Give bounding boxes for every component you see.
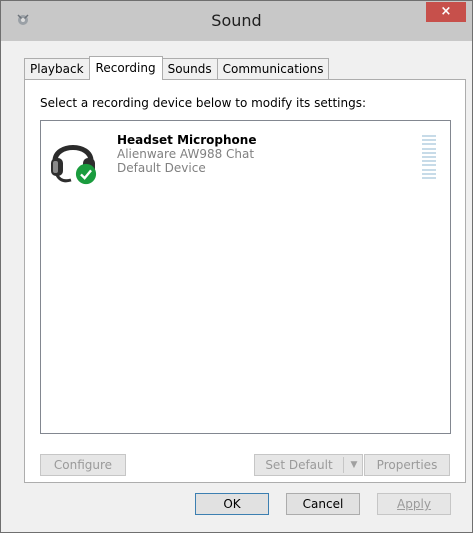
default-check-icon [75,163,97,185]
level-segment [422,168,436,171]
tab-playback[interactable]: Playback [24,58,90,79]
apply-button[interactable]: Apply [377,493,451,515]
window-title: Sound [211,11,262,30]
cancel-button[interactable]: Cancel [286,493,360,515]
device-description: Alienware AW988 Chat [117,147,255,161]
tab-recording[interactable]: Recording [88,56,163,80]
split-divider [343,457,344,473]
tab-sounds[interactable]: Sounds [161,58,218,79]
level-segment [422,160,436,163]
level-segment [422,172,436,175]
dialog-content: Playback Recording Sounds Communications… [9,41,466,483]
device-list[interactable]: Headset Microphone Alienware AW988 Chat … [40,120,451,434]
level-segment [422,139,436,142]
set-default-button[interactable]: Set Default ▼ [254,454,363,476]
title-bar[interactable]: Sound × [1,1,472,41]
close-button[interactable]: × [426,2,466,22]
sound-window: Sound × Playback Recording Sounds Commun… [0,0,473,533]
level-segment [422,155,436,158]
close-icon: × [440,4,452,19]
list-item[interactable]: Headset Microphone Alienware AW988 Chat … [41,121,450,191]
level-segment [422,143,436,146]
set-default-label: Set Default [265,458,333,472]
configure-button[interactable]: Configure [40,454,126,476]
level-meter [422,135,436,179]
instruction-text: Select a recording device below to modif… [40,96,367,110]
level-segment [422,135,436,137]
level-segment [422,176,436,179]
dropdown-arrow-icon[interactable]: ▼ [346,455,362,475]
tab-strip: Playback Recording Sounds Communications [24,56,330,80]
ok-button[interactable]: OK [195,493,269,515]
device-status: Default Device [117,161,206,175]
properties-button[interactable]: Properties [364,454,450,476]
level-segment [422,147,436,150]
apply-label: Apply [397,497,431,511]
tab-communications[interactable]: Communications [216,58,330,79]
level-segment [422,164,436,167]
level-segment [422,151,436,154]
recording-panel: Select a recording device below to modif… [24,79,466,483]
device-name: Headset Microphone [117,133,257,147]
